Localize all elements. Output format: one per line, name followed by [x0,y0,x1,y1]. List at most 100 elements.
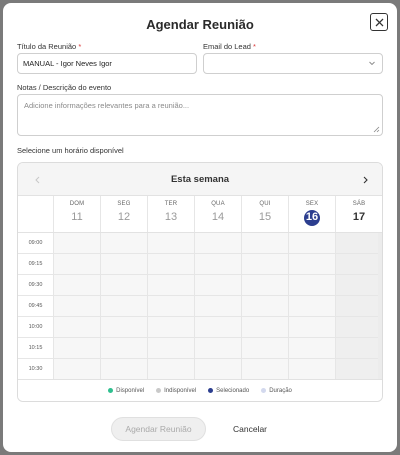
time-slot-cell[interactable] [335,338,382,358]
time-slot-cell[interactable] [53,233,100,253]
legend-item: Indisponível [156,388,196,394]
time-slot-cell[interactable] [194,359,241,379]
time-slot-cell[interactable] [147,254,194,274]
time-slot-cell[interactable] [288,359,335,379]
time-slot-cell[interactable] [335,254,382,274]
close-button[interactable] [370,13,388,31]
time-slot-cell[interactable] [100,275,147,295]
time-slot-cell[interactable] [335,296,382,316]
legend-item: Selecionado [208,388,249,394]
day-name: QUI [259,201,271,207]
legend-item: Disponível [108,388,144,394]
time-row: 09:30 [18,275,382,296]
time-slot-cell[interactable] [147,317,194,337]
day-name: SÁB [352,201,366,207]
time-slot-cell[interactable] [241,254,288,274]
time-slot-cell[interactable] [100,233,147,253]
time-slot-cell[interactable] [335,317,382,337]
time-slot-cell[interactable] [288,338,335,358]
slot-label: Selecione um horário disponível [17,146,124,155]
time-slot-cell[interactable] [53,296,100,316]
day-column-sáb[interactable]: SÁB 17 [335,196,382,232]
time-slot-cell[interactable] [147,233,194,253]
next-week-button[interactable] [358,173,372,187]
legend-label: Disponível [116,387,145,394]
time-row: 10:15 [18,338,382,359]
time-slot-cell[interactable] [53,338,100,358]
schedule-meeting-modal: Agendar Reunião Título da Reunião * MANU… [3,3,397,452]
day-column-sex[interactable]: SEX 16 [288,196,335,232]
time-slot-cell[interactable] [194,233,241,253]
day-header-row: DOM 11 SEG 12 TER 13 QUA 14 QUI 15 SEX 16 SÁB 17 [18,196,382,233]
time-slot-cell[interactable] [288,317,335,337]
cancel-button[interactable]: Cancelar [223,417,277,441]
time-slot-cell[interactable] [100,338,147,358]
time-slot-grid: 09:00 09:15 09:30 09:45 10:00 10:15 10:30 [18,233,382,381]
notes-placeholder: Adicione informações relevantes para a r… [24,101,190,110]
chevron-down-icon [369,61,375,66]
legend-label: Selecionado [216,387,250,394]
schedule-button[interactable]: Agendar Reunião [111,417,206,441]
day-column-qui[interactable]: QUI 15 [241,196,288,232]
day-name: TER [164,201,178,207]
chevron-right-icon [363,176,368,184]
time-slot-cell[interactable] [241,338,288,358]
time-slot-cell[interactable] [100,254,147,274]
time-slot-cell[interactable] [194,338,241,358]
time-slot-cell[interactable] [241,275,288,295]
time-slot-cell[interactable] [194,254,241,274]
time-slot-cell[interactable] [288,233,335,253]
time-slot-cell[interactable] [288,254,335,274]
day-column-ter[interactable]: TER 13 [147,196,194,232]
time-slot-cell[interactable] [241,317,288,337]
time-slot-cell[interactable] [147,338,194,358]
resize-handle-icon[interactable] [373,126,380,133]
time-slot-cell[interactable] [241,233,288,253]
time-slot-cell[interactable] [241,296,288,316]
prev-week-button[interactable] [30,173,44,187]
day-column-dom[interactable]: DOM 11 [53,196,100,232]
time-slot-cell[interactable] [53,359,100,379]
day-number: 13 [164,211,178,223]
time-slot-cell[interactable] [100,359,147,379]
title-input[interactable]: MANUAL - Igor Neves Igor [17,53,197,74]
time-slot-cell[interactable] [53,254,100,274]
notes-textarea[interactable]: Adicione informações relevantes para a r… [17,94,383,136]
time-slot-cell[interactable] [194,296,241,316]
time-slot-cell[interactable] [53,317,100,337]
time-slot-cell[interactable] [100,317,147,337]
day-number: 14 [211,211,225,223]
title-label-text: Título da Reunião [17,42,77,51]
time-slot-cell[interactable] [335,233,382,253]
time-slot-cell[interactable] [335,275,382,295]
grid-scrollbar[interactable] [378,233,382,381]
day-name: DOM [69,201,85,207]
time-slot-cell[interactable] [335,359,382,379]
legend-item: Duração [261,388,292,394]
time-slot-cell[interactable] [194,317,241,337]
day-column-seg[interactable]: SEG 12 [100,196,147,232]
time-row: 09:00 [18,233,382,254]
time-slot-cell[interactable] [288,296,335,316]
time-slot-cell[interactable] [288,275,335,295]
day-name: SEX [305,201,319,207]
time-slot-cell[interactable] [147,296,194,316]
time-row: 09:15 [18,254,382,275]
time-slot-cell[interactable] [100,296,147,316]
legend-dot [108,388,114,393]
time-slot-cell[interactable] [241,359,288,379]
legend-label: Indisponível [164,387,197,394]
required-marker: * [253,42,256,51]
time-slot-cell[interactable] [147,275,194,295]
time-slot-cell[interactable] [147,359,194,379]
time-slot-cell[interactable] [194,275,241,295]
time-label: 10:30 [28,366,43,372]
email-select[interactable] [203,53,383,74]
time-label: 09:00 [28,240,43,246]
calendar-week-label: Esta semana [170,173,230,185]
time-gutter [18,196,53,232]
chevron-left-icon [34,176,39,184]
time-slot-cell[interactable] [53,275,100,295]
day-number: 16 [305,211,319,223]
day-column-qua[interactable]: QUA 14 [194,196,241,232]
